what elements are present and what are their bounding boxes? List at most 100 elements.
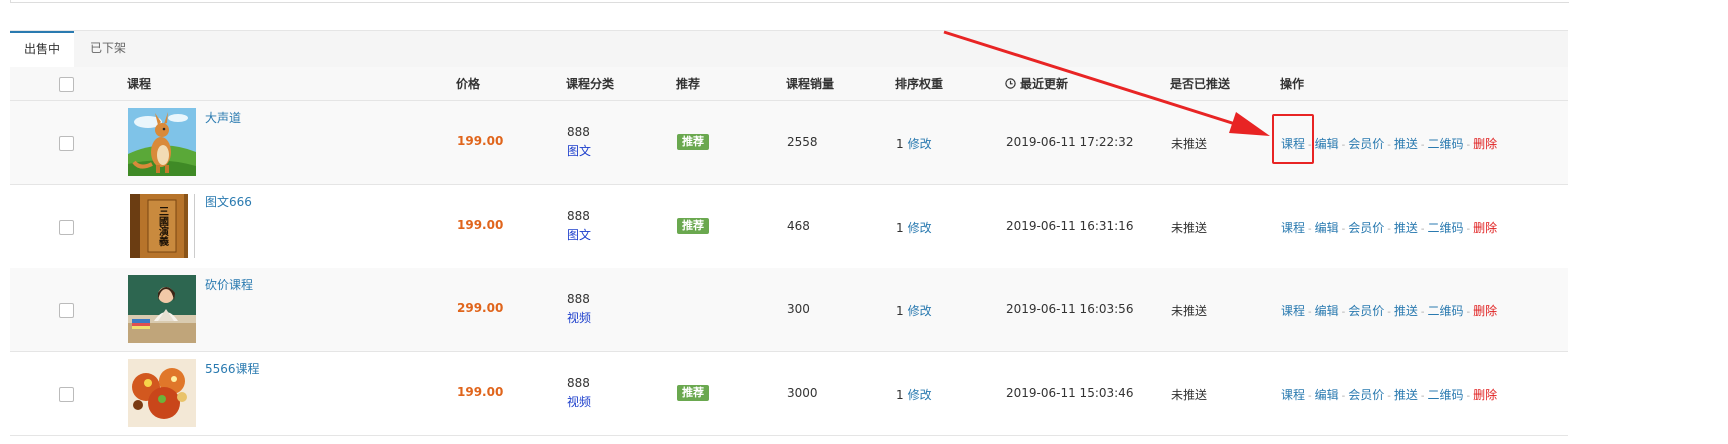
course-link[interactable]: 课程 [1281,304,1305,318]
updated-time: 2019-06-11 17:22:32 [1006,135,1134,149]
row-actions: 课程 - 编辑 - 会员价 - 推送 - 二维码 - 删除 [1281,219,1497,236]
course-thumbnail[interactable]: 三國演義 [128,192,196,260]
action-separator: - [1420,224,1425,235]
course-thumbnail[interactable] [128,275,196,343]
recommend-badge: 推荐 [677,218,709,234]
sort-weight-value: 1 [896,221,904,235]
member-price-link[interactable]: 会员价 [1348,388,1384,402]
sort-weight: 1 修改 [896,219,932,236]
book-title-text: 三國演義 [157,206,169,247]
action-separator: - [1341,391,1346,402]
sort-weight-value: 1 [896,304,904,318]
edit-weight-link[interactable]: 修改 [908,221,932,235]
table-row: 大声道 199.00 888 图文 推荐 2558 1 修改 2019-06-11… [10,101,1568,185]
updated-time: 2019-06-11 16:03:56 [1006,302,1134,316]
member-price-link[interactable]: 会员价 [1348,137,1384,151]
action-separator: - [1466,391,1471,402]
push-status: 未推送 [1171,304,1208,318]
select-all-checkbox[interactable] [59,77,74,92]
action-separator: - [1341,224,1346,235]
push-link[interactable]: 推送 [1394,137,1418,151]
col-updated[interactable]: 最近更新 [1005,67,1068,101]
action-separator: - [1341,307,1346,318]
table-row: 5566课程 199.00 888 视频 推荐 3000 1 修改 2019-06… [10,352,1568,436]
edit-link[interactable]: 编辑 [1315,304,1339,318]
category-type: 视频 [567,395,592,409]
qrcode-link[interactable]: 二维码 [1428,137,1464,151]
edit-link[interactable]: 编辑 [1315,137,1339,151]
category-type: 图文 [567,228,592,242]
delete-link[interactable]: 删除 [1473,304,1497,318]
col-sort-weight: 排序权重 [895,77,944,91]
push-link[interactable]: 推送 [1394,388,1418,402]
row-checkbox[interactable] [59,220,74,235]
qrcode-link[interactable]: 二维码 [1428,388,1464,402]
sort-weight-value: 1 [896,137,904,151]
push-status: 未推送 [1171,388,1208,402]
sales-count: 468 [787,219,810,233]
course-price: 199.00 [457,385,504,399]
sort-weight-value: 1 [896,388,904,402]
category-code: 888 [567,376,590,390]
action-separator: - [1466,307,1471,318]
action-separator: - [1387,391,1391,402]
tab-on-sale[interactable]: 出售中 [10,31,75,68]
delete-link[interactable]: 删除 [1473,388,1497,402]
qrcode-link[interactable]: 二维码 [1428,304,1464,318]
member-price-link[interactable]: 会员价 [1348,304,1384,318]
col-category: 课程分类 [566,77,615,91]
course-title-link[interactable]: 5566课程 [205,360,260,377]
action-separator: - [1387,224,1391,235]
recommend-badge: 推荐 [677,134,709,150]
sales-count: 3000 [787,386,818,400]
action-separator: - [1308,224,1312,235]
edit-link[interactable]: 编辑 [1315,221,1339,235]
course-title-link[interactable]: 大声道 [205,109,241,126]
action-separator: - [1387,140,1391,151]
sort-weight: 1 修改 [896,386,932,403]
course-link[interactable]: 课程 [1281,221,1305,235]
row-checkbox[interactable] [59,136,74,151]
action-separator: - [1420,307,1425,318]
push-status: 未推送 [1171,221,1208,235]
push-link[interactable]: 推送 [1394,304,1418,318]
action-separator: - [1308,391,1312,402]
col-pushed: 是否已推送 [1170,77,1231,91]
edit-weight-link[interactable]: 修改 [908,388,932,402]
col-sales: 课程销量 [786,77,835,91]
tab-off-shelf[interactable]: 已下架 [76,31,140,67]
action-separator: - [1466,224,1471,235]
category-type: 图文 [567,144,592,158]
delete-link[interactable]: 删除 [1473,137,1497,151]
edit-weight-link[interactable]: 修改 [908,304,932,318]
updated-time: 2019-06-11 16:31:16 [1006,219,1134,233]
edit-link[interactable]: 编辑 [1315,388,1339,402]
action-separator: - [1387,307,1391,318]
course-price: 199.00 [457,134,504,148]
col-actions: 操作 [1280,77,1305,91]
course-title-link[interactable]: 图文666 [205,193,252,210]
qrcode-link[interactable]: 二维码 [1428,221,1464,235]
push-link[interactable]: 推送 [1394,221,1418,235]
action-separator: - [1466,140,1471,151]
course-thumbnail[interactable] [128,359,196,427]
table-row: 砍价课程 299.00 888 视频 300 1 修改 2019-06-11 16… [10,268,1568,352]
row-checkbox[interactable] [59,303,74,318]
course-link[interactable]: 课程 [1281,388,1305,402]
course-title-link[interactable]: 砍价课程 [205,276,253,293]
sales-count: 2558 [787,135,818,149]
course-thumbnail[interactable] [128,108,196,176]
sort-weight: 1 修改 [896,302,932,319]
action-separator: - [1420,140,1425,151]
table-header: 课程 价格 课程分类 推荐 课程销量 排序权重 最近更新 是否已推送 操作 [10,67,1568,101]
edit-weight-link[interactable]: 修改 [908,137,932,151]
top-panel-border [10,0,1569,3]
delete-link[interactable]: 删除 [1473,221,1497,235]
row-checkbox[interactable] [59,387,74,402]
col-updated-label: 最近更新 [1020,77,1069,91]
member-price-link[interactable]: 会员价 [1348,221,1384,235]
course-price: 299.00 [457,301,504,315]
recommend-badge: 推荐 [677,385,709,401]
table-row: 三國演義 图文666 199.00 888 图文 推荐 468 1 修改 2019… [10,185,1568,269]
row-actions: 课程 - 编辑 - 会员价 - 推送 - 二维码 - 删除 [1281,386,1497,403]
